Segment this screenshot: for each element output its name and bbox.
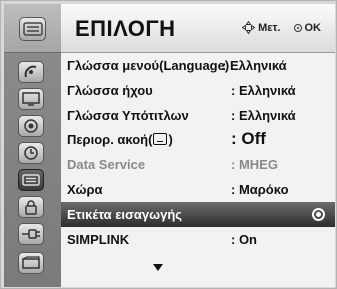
sidebar-header: [4, 4, 61, 53]
row-label: Περιορ. ακοή(): [67, 132, 173, 147]
navigation-arrows-icon: [242, 21, 256, 34]
subtitle-box-icon: [153, 133, 168, 146]
row-value: : Ελληνικά: [222, 58, 287, 73]
simplink-row[interactable]: SIMPLINK : On: [61, 227, 335, 252]
option-icon[interactable]: [18, 169, 44, 191]
row-value: : Ελληνικά: [231, 82, 296, 98]
page-title: ΕΠΙΛΟΓΗ: [75, 16, 176, 41]
row-label: Γλώσσα ήχου: [67, 82, 153, 98]
row-label-suffix: ): [168, 132, 173, 148]
row-value: : Μαρόκο: [231, 181, 289, 197]
audio-language-row[interactable]: Γλώσσα ήχου : Ελληνικά: [61, 78, 335, 103]
subtitle-language-row[interactable]: Γλώσσα Υπότιτλων : Ελληνικά: [61, 103, 335, 128]
ok-hint-label: OK: [304, 21, 322, 34]
ok-button-icon: [293, 23, 302, 32]
option-menu-panel: ΕΠΙΛΟΓΗ Μετ. OK Γλώσσα μενού(Language) :…: [61, 4, 335, 287]
row-value: : On: [231, 231, 257, 247]
row-value: : Off: [231, 129, 266, 149]
row-label: Χώρα: [67, 181, 103, 197]
row-label: Ετικέτα εισαγωγής: [67, 206, 183, 222]
data-service-row: Data Service : MHEG: [61, 152, 335, 177]
enter-button-icon: [312, 207, 325, 221]
input-icon[interactable]: [18, 223, 44, 245]
move-hint-label: Μετ.: [258, 21, 281, 34]
settings-header-icon: [19, 17, 46, 41]
osd-frame: ΕΠΙΛΟΓΗ Μετ. OK Γλώσσα μενού(Language) :…: [0, 0, 337, 289]
scroll-down-icon[interactable]: [153, 264, 163, 271]
audio-icon[interactable]: [18, 115, 44, 137]
input-label-row[interactable]: Ετικέτα εισαγωγής: [61, 201, 335, 227]
row-label: SIMPLINK: [67, 231, 130, 247]
nav-hint: Μετ. OK: [242, 21, 321, 34]
menu-language-row[interactable]: Γλώσσα μενού(Language) : Ελληνικά: [61, 53, 335, 78]
hearing-impaired-row[interactable]: Περιορ. ακοή() : Off: [61, 127, 335, 152]
usb-icon[interactable]: [18, 252, 44, 274]
row-label-prefix: Περιορ. ακοή(: [67, 132, 153, 148]
row-label: Γλώσσα Υπότιτλων: [67, 107, 189, 123]
row-value: : Ελληνικά: [231, 107, 296, 123]
option-list: Γλώσσα μενού(Language) : Ελληνικά Γλώσσα…: [61, 53, 335, 251]
country-row[interactable]: Χώρα : Μαρόκο: [61, 177, 335, 202]
picture-icon[interactable]: [18, 88, 44, 110]
row-label: Γλώσσα μενού(Language): [67, 58, 230, 73]
menu-header: ΕΠΙΛΟΓΗ Μετ. OK: [61, 4, 335, 53]
lock-icon[interactable]: [18, 196, 44, 218]
row-value: : MHEG: [231, 157, 278, 173]
satellite-dish-icon[interactable]: [18, 61, 44, 83]
row-label: Data Service: [67, 157, 146, 173]
menu-sidebar: [4, 4, 61, 287]
clock-icon[interactable]: [18, 142, 44, 164]
